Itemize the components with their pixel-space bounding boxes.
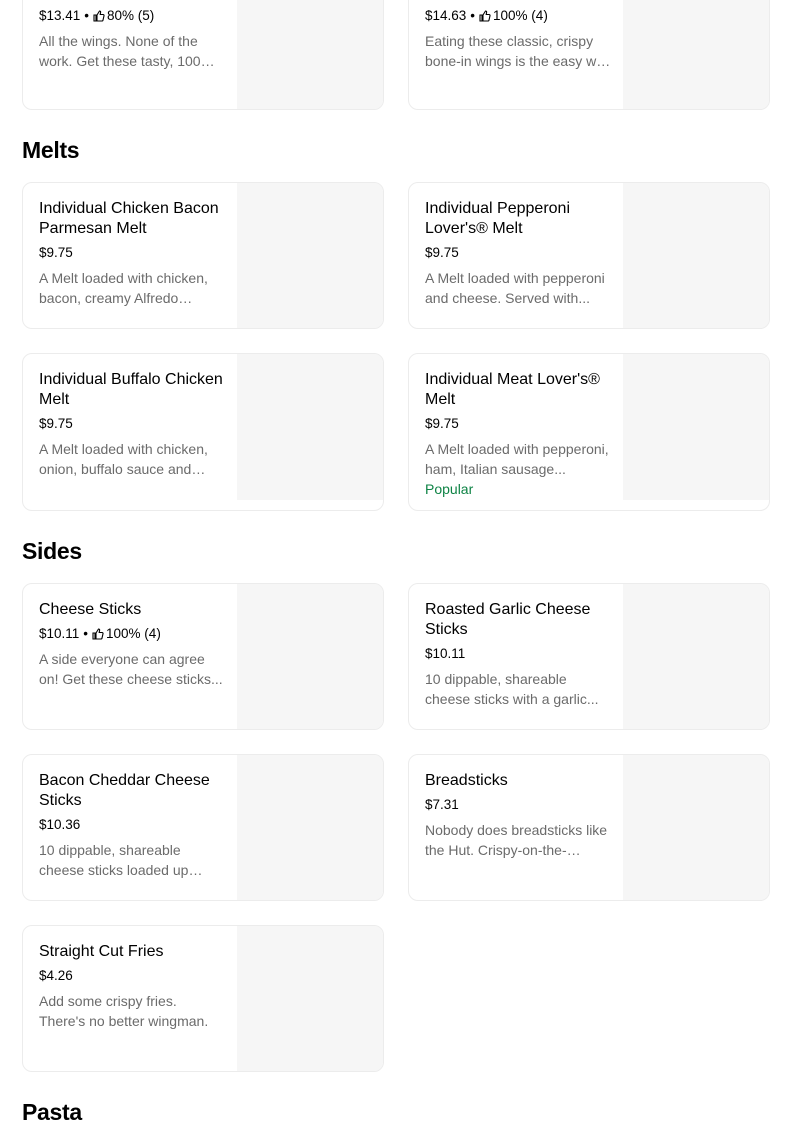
item-meta: $10.11 • 100% (4) — [39, 626, 161, 641]
menu-item-card[interactable]: Cheese Sticks $10.11 • 100% (4) A side e… — [22, 583, 384, 730]
menu-item-card[interactable]: $13.41 • 80% (5) All the wings. None of … — [22, 0, 384, 110]
item-description: 10 dippable, shareable cheese sticks wit… — [425, 671, 599, 707]
thumbs-up-icon — [479, 9, 491, 22]
item-price: $10.11 — [425, 646, 466, 661]
item-rating: 100% (4) — [493, 8, 548, 23]
item-meta: $7.31 — [425, 796, 611, 813]
item-meta: $14.63 • 100% (4) — [425, 8, 548, 23]
thumbs-up-icon — [93, 9, 105, 22]
menu-item-card[interactable]: Individual Meat Lover's® Melt $9.75 A Me… — [408, 353, 770, 511]
item-name: Individual Meat Lover's® Melt — [425, 371, 600, 408]
item-image — [623, 183, 769, 328]
item-meta: $9.75 — [425, 415, 611, 432]
popular-badge: Popular — [425, 481, 474, 497]
item-image — [623, 0, 769, 109]
item-name: Individual Buffalo Chicken Melt — [39, 371, 223, 408]
item-image — [237, 0, 383, 109]
item-price: $13.41 — [39, 8, 81, 23]
item-meta: $13.41 • 80% (5) — [39, 8, 155, 23]
item-image — [237, 755, 383, 900]
item-description: A side everyone can agree on! Get these … — [39, 651, 223, 687]
item-description: Add some crispy fries. There's no better… — [39, 993, 209, 1029]
item-name: Individual Pepperoni Lover's® Melt — [425, 200, 570, 237]
item-price: $9.75 — [425, 416, 459, 431]
item-image — [237, 354, 383, 500]
item-description: Eating these classic, crispy bone-in win… — [425, 33, 611, 69]
item-name: Bacon Cheddar Cheese Sticks — [39, 772, 210, 809]
menu-item-card[interactable]: Bacon Cheddar Cheese Sticks $10.36 10 di… — [22, 754, 384, 901]
item-description: A Melt loaded with chicken, bacon, cream… — [39, 270, 208, 306]
item-meta: $4.26 — [39, 967, 225, 984]
menu-item-card[interactable]: Individual Pepperoni Lover's® Melt $9.75… — [408, 182, 770, 329]
item-price: $14.63 — [425, 8, 467, 23]
item-description: Nobody does breadsticks like the Hut. Cr… — [425, 822, 608, 858]
item-image — [237, 926, 383, 1071]
menu-item-card[interactable]: Straight Cut Fries $4.26 Add some crispy… — [22, 925, 384, 1072]
item-description: A Melt loaded with pepperoni and cheese.… — [425, 270, 605, 306]
item-name: Roasted Garlic Cheese Sticks — [425, 601, 591, 638]
item-rating: 100% (4) — [106, 626, 161, 641]
item-image — [623, 354, 769, 500]
item-meta: $10.11 — [425, 645, 611, 662]
item-meta: $10.36 — [39, 816, 225, 833]
item-price: $9.75 — [39, 416, 73, 431]
item-price: $10.11 — [39, 626, 80, 641]
menu-item-card[interactable]: Breadsticks $7.31 Nobody does breadstick… — [408, 754, 770, 901]
item-image — [623, 755, 769, 900]
item-price: $9.75 — [425, 245, 459, 260]
item-description: A Melt loaded with chicken, onion, buffa… — [39, 441, 208, 477]
item-name: Individual Chicken Bacon Parmesan Melt — [39, 200, 219, 237]
item-description: All the wings. None of the work. Get the… — [39, 33, 214, 69]
menu-item-card[interactable]: $14.63 • 100% (4) Eating these classic, … — [408, 0, 770, 110]
item-rating: 80% (5) — [107, 8, 155, 23]
section-title-pasta: Pasta — [22, 1099, 82, 1125]
item-image — [237, 584, 383, 729]
item-description: A Melt loaded with pepperoni, ham, Itali… — [425, 441, 609, 477]
item-price: $9.75 — [39, 245, 73, 260]
item-meta: $9.75 — [39, 415, 225, 432]
item-description: 10 dippable, shareable cheese sticks loa… — [39, 842, 189, 878]
item-meta: $9.75 — [425, 244, 611, 261]
item-name: Cheese Sticks — [39, 601, 142, 618]
section-title-melts: Melts — [22, 137, 80, 163]
item-meta: $9.75 — [39, 244, 225, 261]
item-name: Breadsticks — [425, 772, 508, 789]
item-image — [623, 584, 769, 729]
thumbs-up-icon — [92, 627, 104, 640]
menu-item-card[interactable]: Roasted Garlic Cheese Sticks $10.11 10 d… — [408, 583, 770, 730]
item-price: $10.36 — [39, 817, 81, 832]
section-title-sides: Sides — [22, 538, 82, 564]
item-image — [237, 183, 383, 328]
item-price: $4.26 — [39, 968, 73, 983]
menu-item-card[interactable]: Individual Buffalo Chicken Melt $9.75 A … — [22, 353, 384, 511]
item-price: $7.31 — [425, 797, 459, 812]
item-name: Straight Cut Fries — [39, 943, 164, 960]
menu-item-card[interactable]: Individual Chicken Bacon Parmesan Melt $… — [22, 182, 384, 329]
